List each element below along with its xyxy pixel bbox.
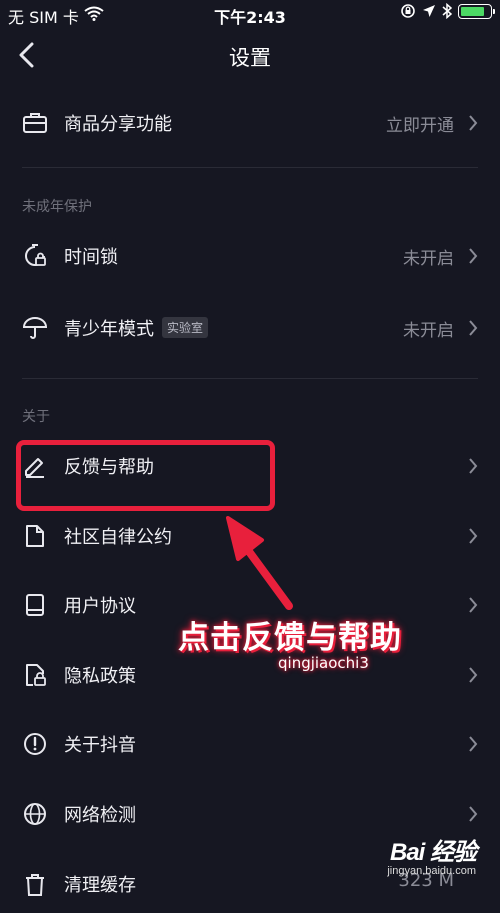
- status-bar: 无 SIM 卡 下午2:43: [0, 0, 500, 28]
- info-icon: [24, 733, 46, 755]
- chevron-right-icon: [469, 528, 478, 544]
- chevron-right-icon: [469, 320, 478, 336]
- section-header-minor-protection: 未成年保护: [22, 199, 92, 215]
- settings-row-youth-mode[interactable]: 青少年模式 实验室 未开启: [0, 301, 500, 357]
- chevron-right-icon: [469, 736, 478, 752]
- chevron-right-icon: [469, 458, 478, 474]
- highlight-box: [16, 440, 275, 511]
- chevron-right-icon: [469, 667, 478, 683]
- chevron-right-icon: [469, 597, 478, 613]
- baidu-site: jingyan.baidu.com: [387, 865, 476, 877]
- row-status: 未开启: [403, 321, 454, 341]
- row-label: 用户协议: [64, 596, 136, 617]
- baidu-logo: Bai 经验: [389, 839, 477, 866]
- chevron-right-icon: [469, 806, 478, 822]
- timer-lock-icon: [25, 244, 46, 266]
- document-icon: [26, 525, 44, 547]
- globe-icon: [24, 803, 46, 825]
- nav-bar: 设置: [0, 28, 500, 84]
- umbrella-icon: [22, 317, 48, 339]
- chevron-right-icon: [469, 248, 478, 264]
- row-label: 清理缓存: [64, 875, 136, 896]
- row-label: 社区自律公约: [64, 527, 172, 548]
- briefcase-icon: [23, 113, 47, 133]
- row-label: 隐私政策: [64, 666, 136, 687]
- lab-badge: 实验室: [162, 317, 209, 338]
- row-label: 网络检测: [64, 805, 136, 826]
- baidu-watermark: Bai 经验 jingyan.baidu.com: [387, 832, 477, 877]
- row-label-text: 青少年模式: [64, 319, 154, 340]
- rotation-lock-icon: [401, 4, 415, 18]
- location-icon: [423, 5, 435, 17]
- settings-row-time-lock[interactable]: 时间锁 未开启: [0, 229, 500, 285]
- battery-icon: [458, 3, 495, 19]
- settings-row-about-douyin[interactable]: 关于抖音: [0, 717, 500, 773]
- page-title: 设置: [229, 46, 271, 70]
- row-label: 时间锁: [64, 247, 118, 268]
- bluetooth-icon: [442, 3, 452, 19]
- settings-row-community-guidelines[interactable]: 社区自律公约: [0, 509, 500, 565]
- chevron-right-icon: [469, 115, 478, 131]
- annotation-text: 点击反馈与帮助: [178, 620, 402, 656]
- privacy-lock-icon: [26, 664, 46, 686]
- author-watermark: qingjiaochi3: [278, 654, 369, 672]
- trash-icon: [26, 874, 44, 896]
- book-icon: [26, 594, 44, 616]
- divider: [22, 378, 478, 379]
- row-status: 立即开通: [386, 116, 454, 136]
- row-status: 未开启: [403, 249, 454, 269]
- divider: [22, 167, 478, 168]
- row-label: 青少年模式 实验室: [64, 315, 209, 341]
- section-header-about: 关于: [22, 409, 50, 425]
- row-label: 商品分享功能: [64, 114, 172, 135]
- row-label: 关于抖音: [64, 735, 136, 756]
- settings-row-product-share[interactable]: 商品分享功能 立即开通: [0, 96, 500, 152]
